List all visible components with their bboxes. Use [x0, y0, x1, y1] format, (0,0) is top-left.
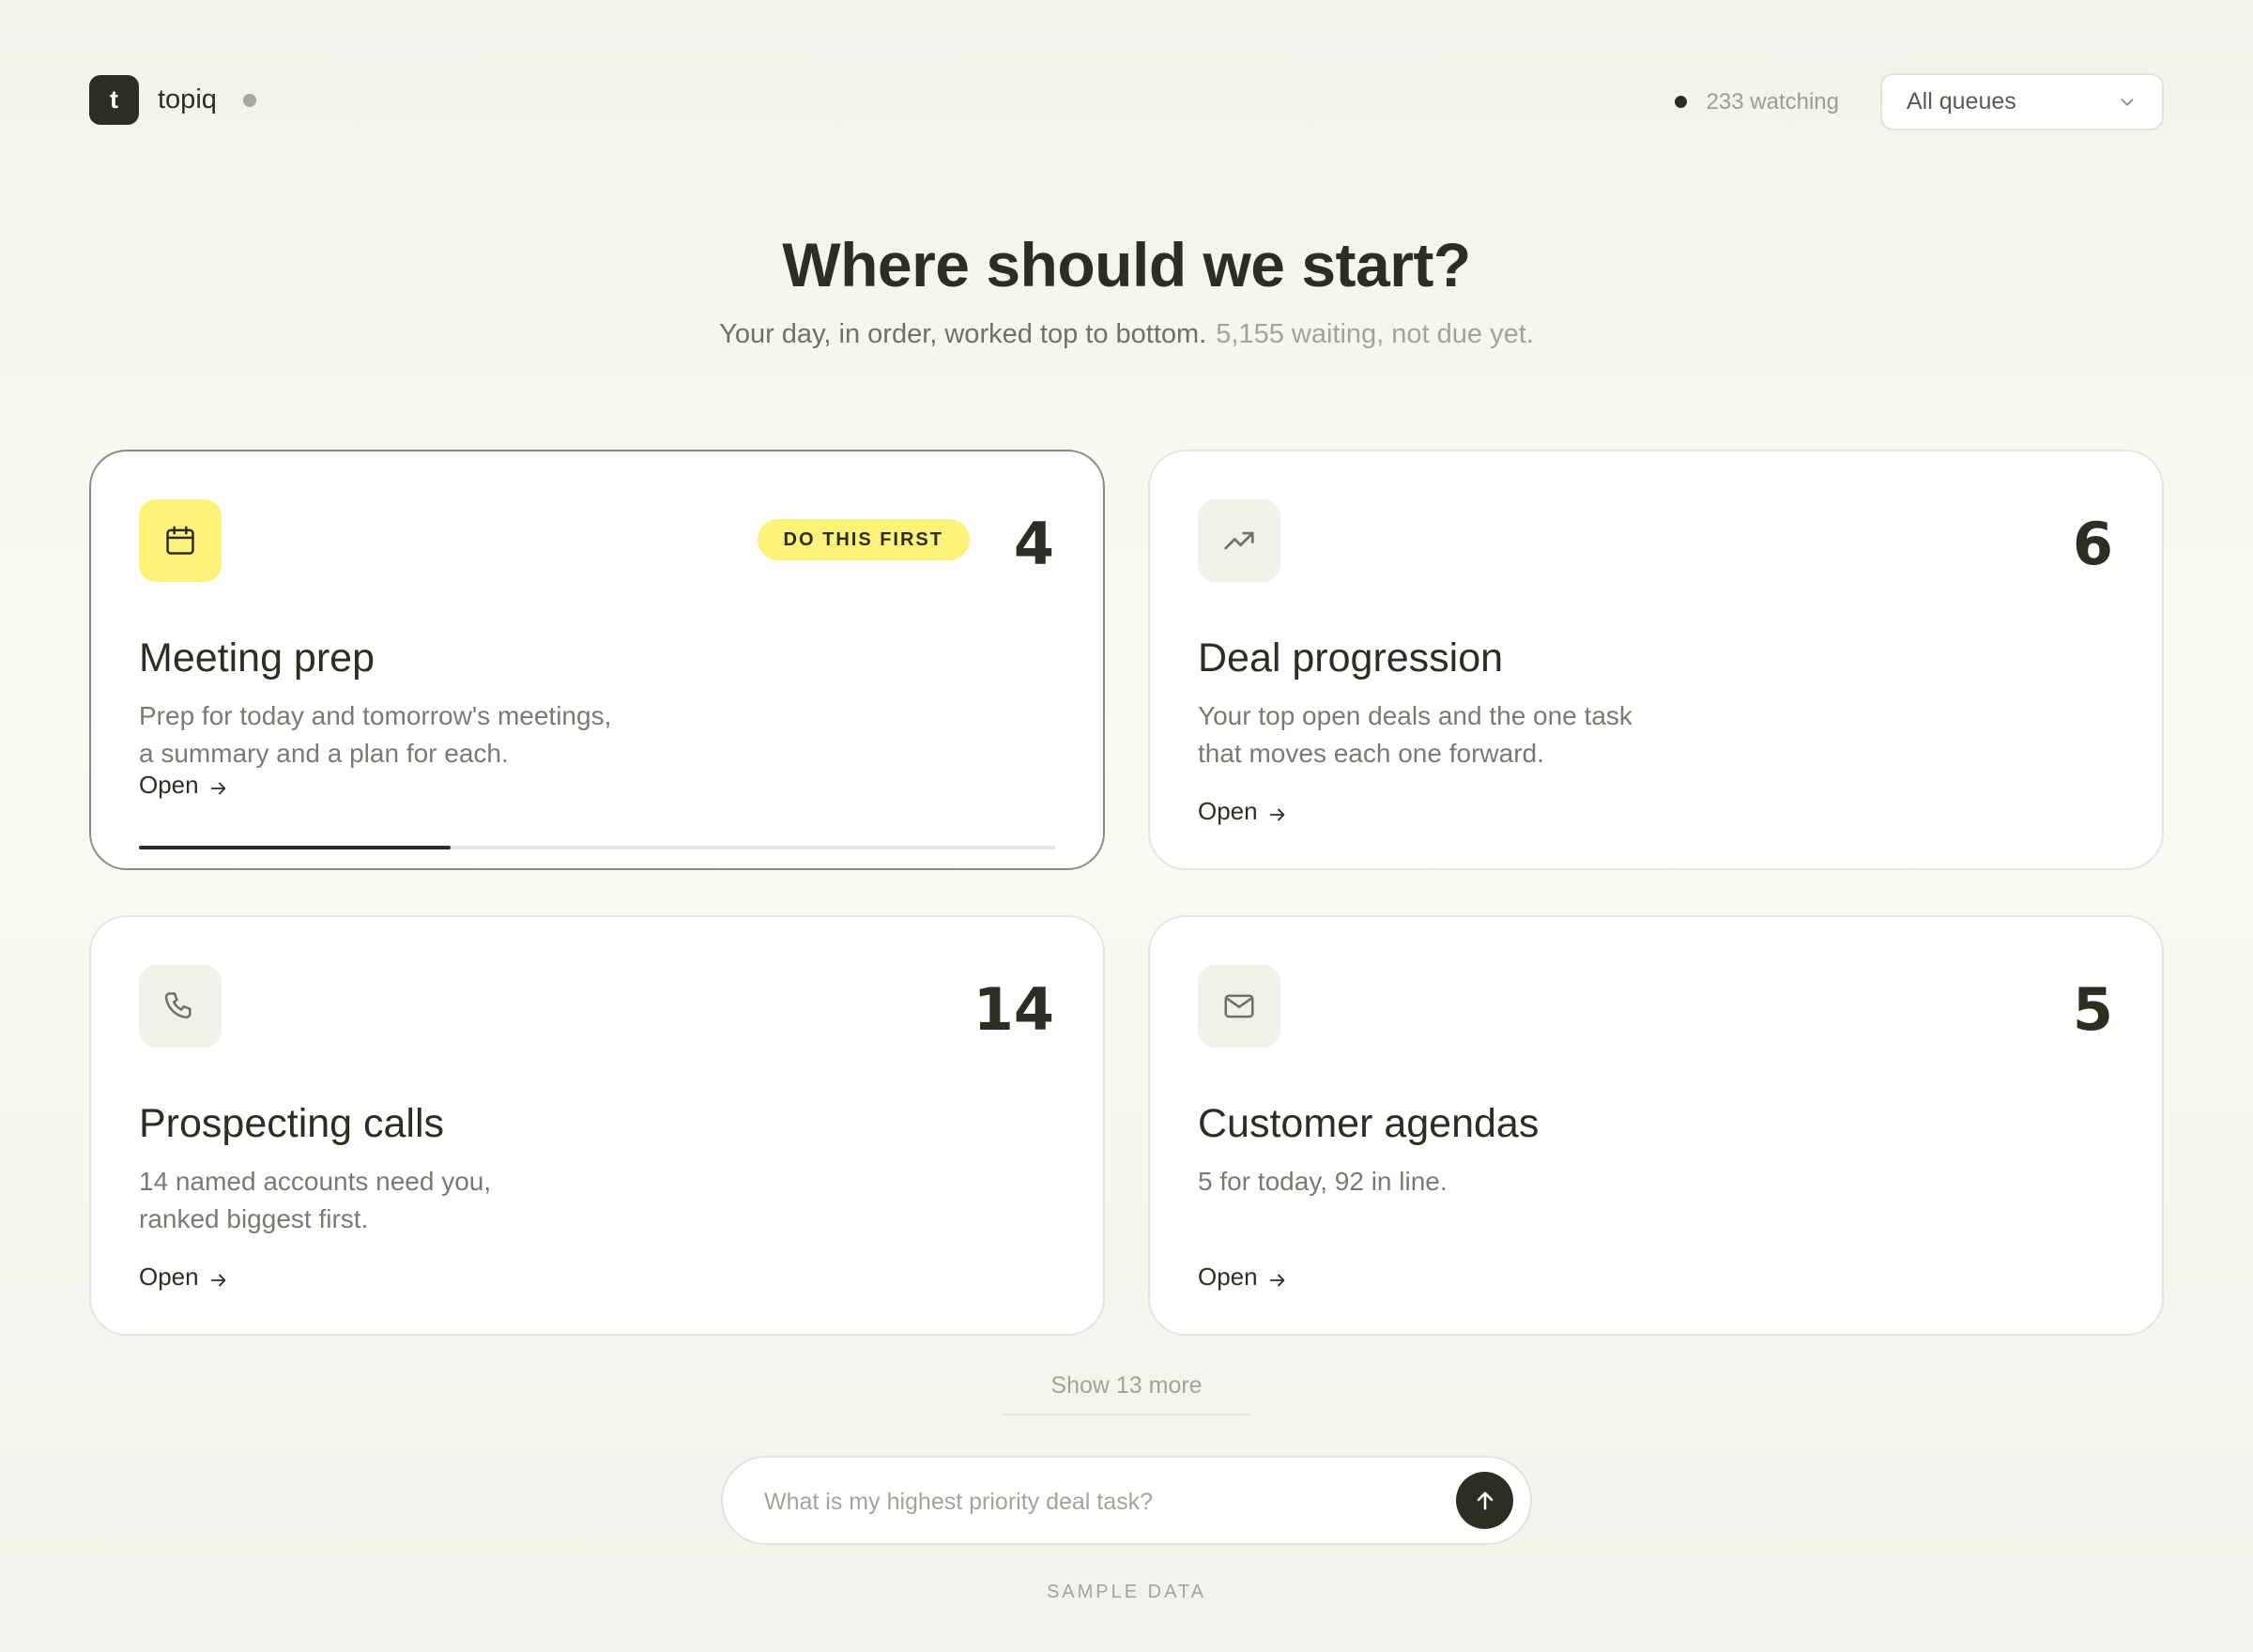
mail-icon — [1224, 994, 1254, 1018]
card-count: 14 — [973, 975, 1054, 1044]
calendar-icon — [166, 526, 194, 555]
queue-select-label: All queues — [1907, 88, 2016, 115]
card-deal-progression[interactable]: 6 Deal progression Your top open deals a… — [1148, 450, 2164, 870]
priority-badge: DO THIS FIRST — [757, 519, 970, 560]
card-title: Customer agendas — [1198, 1101, 1540, 1146]
queue-select[interactable]: All queues — [1880, 73, 2164, 130]
arrow-up-icon — [1477, 1491, 1493, 1509]
logo: t — [89, 75, 139, 125]
brand[interactable]: t topiq — [89, 75, 256, 125]
card-description: 14 named accounts need you, ranked bigge… — [139, 1163, 665, 1238]
watching-count: 233 watching — [1706, 88, 1839, 115]
progress-fill — [139, 846, 451, 849]
subtitle-text: Your day, in order, worked top to bottom… — [719, 319, 1207, 349]
card-description-line: ranked biggest first. — [139, 1204, 369, 1233]
card-icon-box — [1198, 965, 1280, 1048]
card-title: Meeting prep — [139, 635, 375, 681]
card-description-line: Your top open deals and the one task — [1198, 701, 1632, 730]
page-subtitle: Your day, in order, worked top to bottom… — [0, 319, 2253, 350]
subtitle-waiting: 5,155 waiting, not due yet. — [1216, 319, 1534, 349]
open-link[interactable]: Open — [139, 1262, 229, 1292]
arrow-right-icon — [210, 782, 225, 794]
brand-name: topiq — [158, 84, 217, 115]
arrow-right-icon — [1269, 808, 1284, 820]
card-description-line: Prep for today and tomorrow's meetings, — [139, 701, 612, 730]
arrow-right-icon — [210, 1274, 225, 1286]
show-more-button[interactable]: Show 13 more — [1003, 1372, 1250, 1415]
card-description-line: that moves each one forward. — [1198, 739, 1544, 768]
card-title: Deal progression — [1198, 635, 1504, 681]
card-customer-agendas[interactable]: 5 Customer agendas 5 for today, 92 in li… — [1148, 915, 2164, 1336]
page-title: Where should we start? — [782, 230, 1471, 299]
card-count: 4 — [1013, 510, 1054, 578]
open-label: Open — [1198, 797, 1258, 825]
open-label: Open — [139, 1262, 199, 1291]
card-description-line: 5 for today, 92 in line. — [1198, 1167, 1448, 1196]
open-link[interactable]: Open — [1198, 797, 1288, 826]
card-description-line: a summary and a plan for each. — [139, 739, 509, 768]
open-label: Open — [1198, 1262, 1258, 1291]
status-dot — [242, 93, 256, 107]
progress-bar — [139, 846, 1055, 849]
card-meeting-prep[interactable]: DO THIS FIRST 4 Meeting prep Prep for to… — [89, 450, 1105, 870]
card-prospecting-calls[interactable]: 14 Prospecting calls 14 named accounts n… — [89, 915, 1105, 1336]
top-bar: t topiq 233 watching All queues — [89, 73, 2164, 130]
open-link[interactable]: Open — [1198, 1262, 1288, 1292]
live-dot-icon — [1674, 96, 1687, 108]
trending-up-icon — [1224, 531, 1254, 550]
ask-bar — [721, 1456, 1532, 1545]
send-button[interactable] — [1456, 1472, 1513, 1529]
card-count: 5 — [2072, 975, 2113, 1044]
card-icon-box — [139, 499, 222, 582]
ask-input[interactable] — [764, 1484, 1421, 1520]
arrow-right-icon — [1269, 1274, 1284, 1286]
phone-icon — [164, 992, 192, 1019]
open-label: Open — [139, 771, 199, 799]
sample-data-label: SAMPLE DATA — [1046, 1582, 1207, 1602]
card-description: 5 for today, 92 in line. — [1198, 1163, 1724, 1201]
card-description-line: 14 named accounts need you, — [139, 1167, 492, 1196]
card-title: Prospecting calls — [139, 1101, 445, 1146]
header-right: 233 watching All queues — [1674, 73, 2164, 130]
card-count: 6 — [2072, 510, 2113, 578]
open-link[interactable]: Open — [139, 771, 229, 800]
chevron-down-icon — [2121, 98, 2134, 106]
card-icon-box — [1198, 499, 1280, 582]
card-description: Prep for today and tomorrow's meetings, … — [139, 697, 665, 772]
card-icon-box — [139, 965, 222, 1048]
card-description: Your top open deals and the one task tha… — [1198, 697, 1724, 772]
